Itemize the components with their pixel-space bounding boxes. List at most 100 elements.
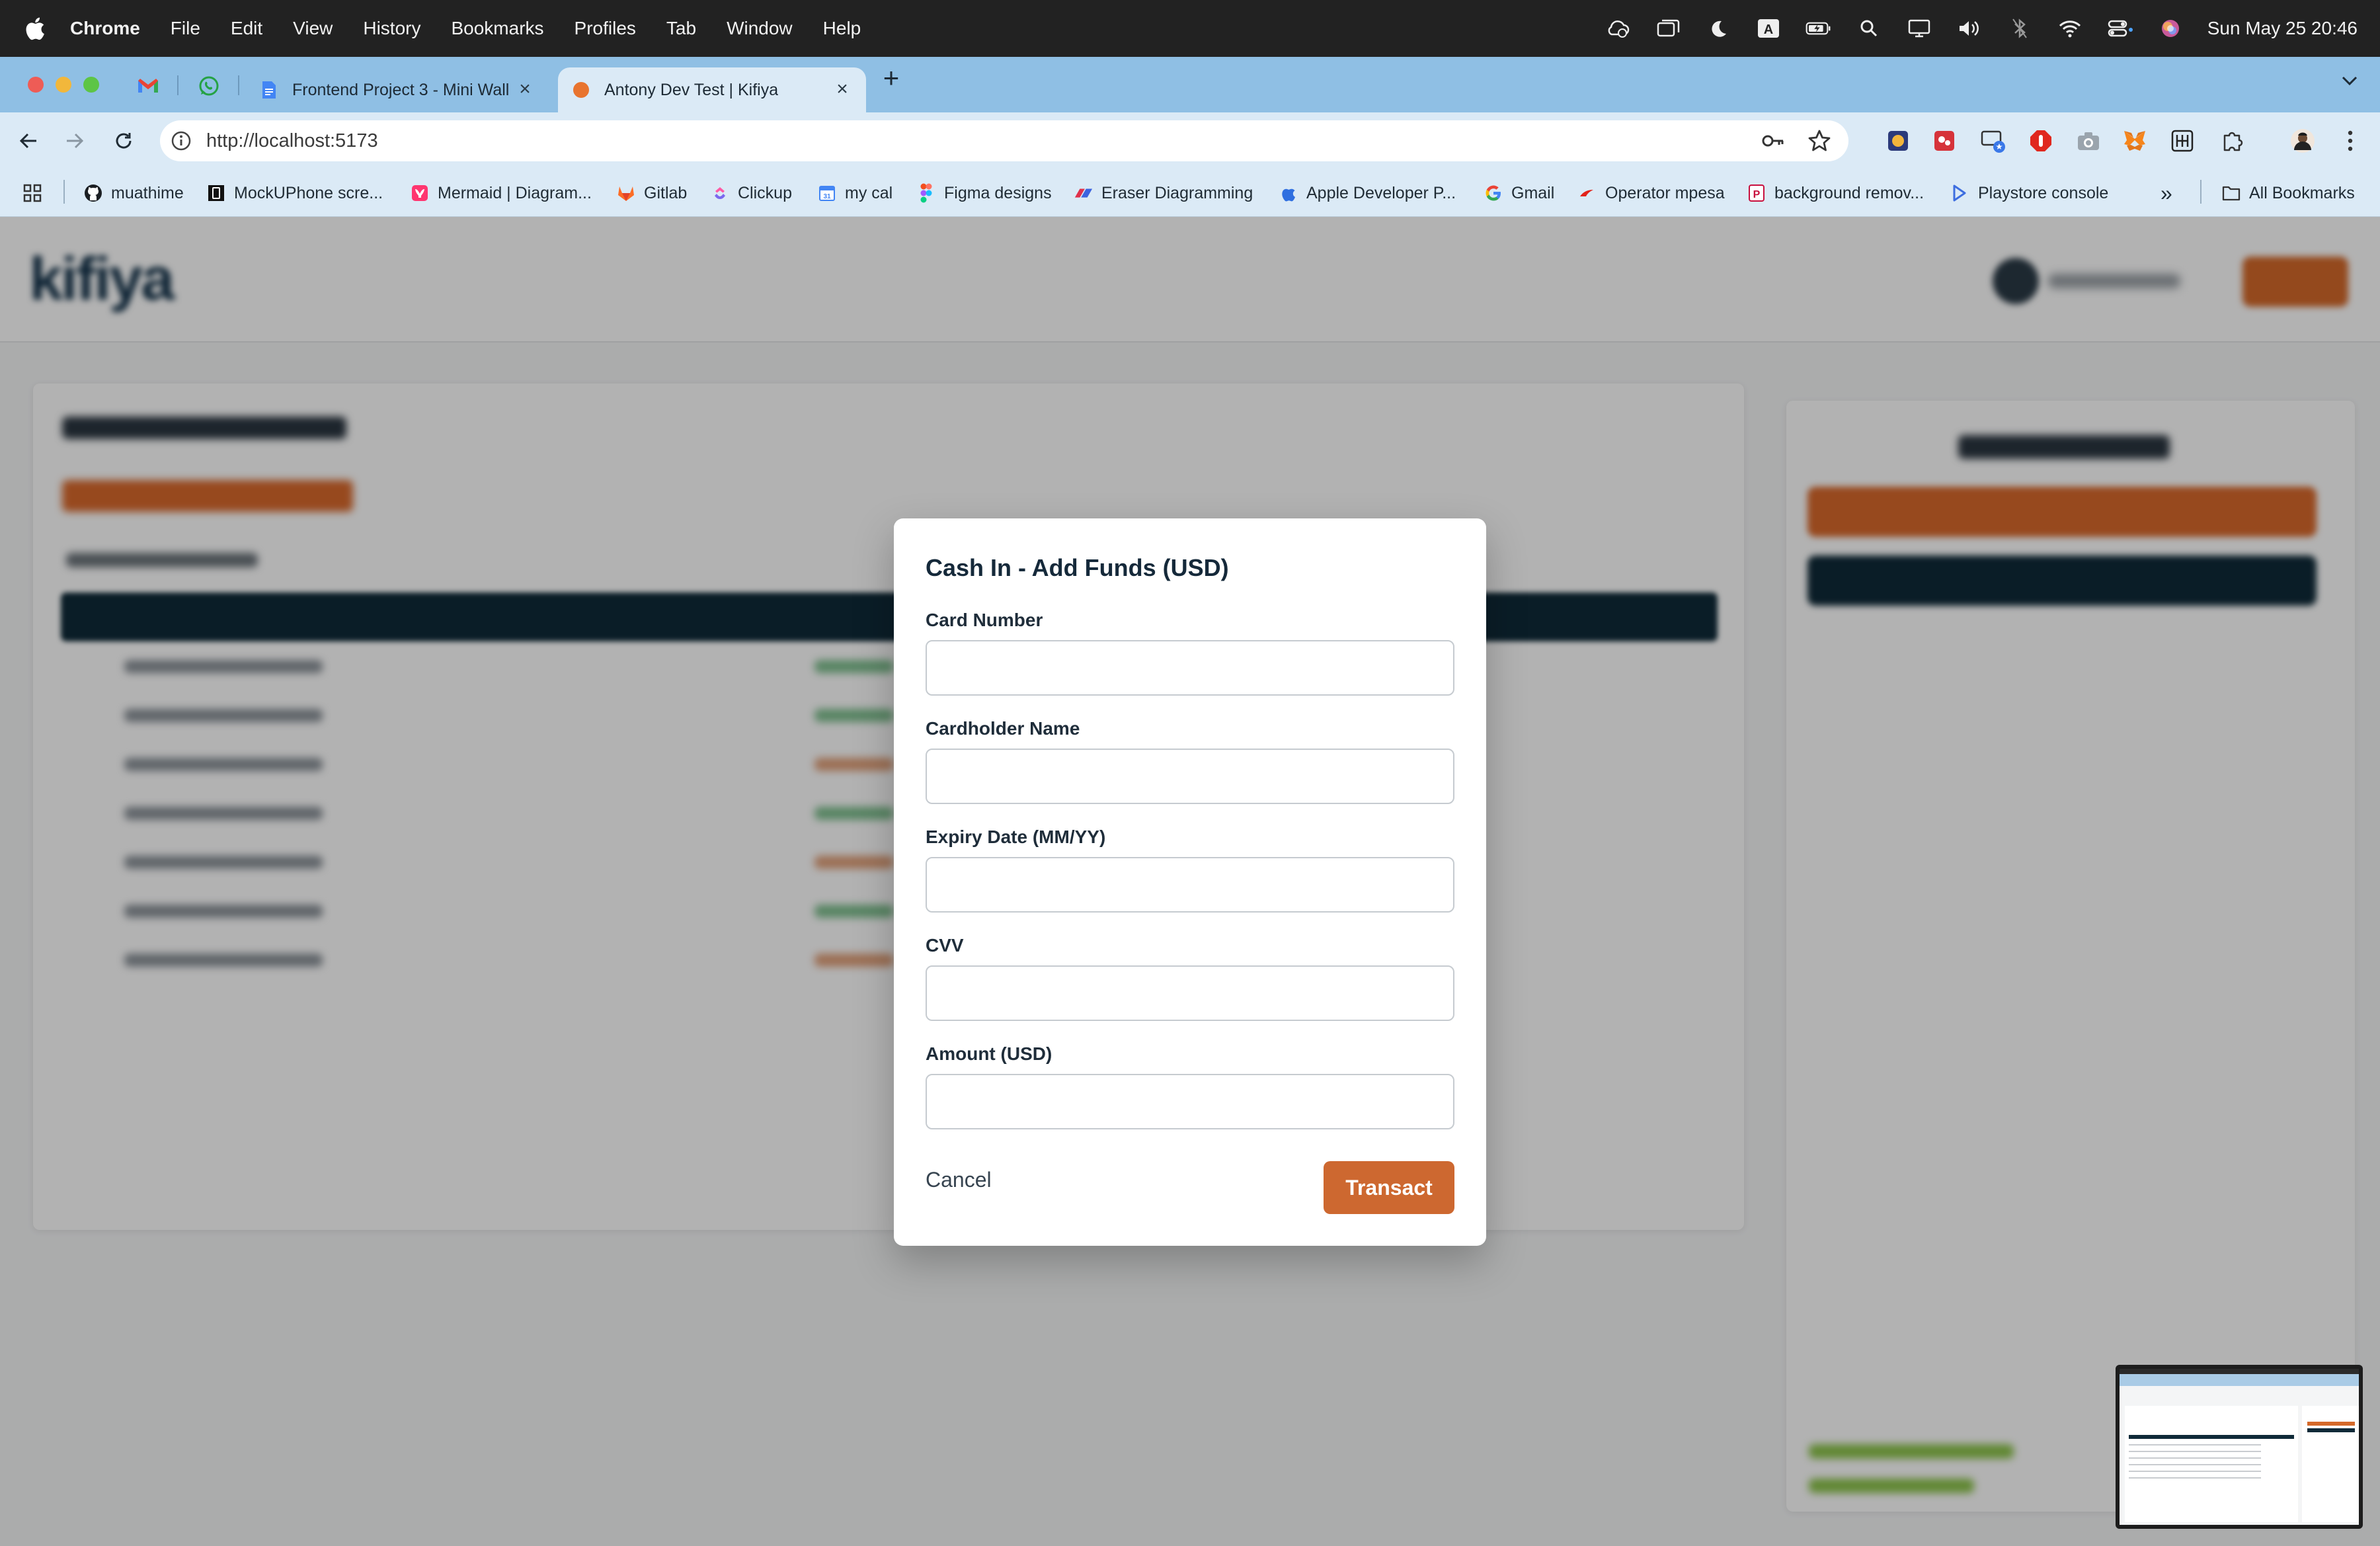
cash-in-modal: Cash In - Add Funds (USD) Card Number Ca… — [894, 518, 1486, 1246]
eraser-icon — [1074, 183, 1093, 203]
new-tab-button[interactable]: + — [878, 64, 904, 93]
menu-history[interactable]: History — [363, 18, 420, 39]
url-text[interactable]: http://localhost:5173 — [206, 130, 378, 152]
siri-icon[interactable] — [2157, 15, 2184, 42]
close-tab-icon[interactable]: × — [514, 79, 536, 101]
cvv-input[interactable] — [926, 965, 1454, 1021]
moon-icon[interactable] — [1705, 15, 1731, 42]
apple-icon — [1279, 183, 1298, 203]
control-center-icon[interactable] — [2107, 15, 2133, 42]
search-icon[interactable] — [1856, 15, 1882, 42]
browser-toolbar: http://localhost:5173 — [0, 112, 2380, 169]
bookmark-eraser[interactable]: Eraser Diagramming — [1074, 179, 1253, 208]
bookmark-figma[interactable]: Figma designs — [916, 179, 1052, 208]
bookmark-gitlab[interactable]: Gitlab — [616, 179, 687, 208]
back-arrow-icon[interactable] — [15, 127, 42, 155]
site-info-icon[interactable] — [168, 128, 194, 154]
removebg-icon: P — [1747, 183, 1766, 203]
zoom-window-icon[interactable] — [83, 77, 99, 93]
bookmark-clickup[interactable]: Clickup — [710, 179, 792, 208]
modal-title: Cash In - Add Funds (USD) — [926, 554, 1229, 581]
gmail-icon[interactable] — [134, 71, 163, 101]
bookmark-label: Clickup — [738, 183, 792, 202]
window-controls — [28, 77, 99, 93]
extension-red-icon[interactable] — [1930, 127, 1958, 155]
expiry-date-input[interactable] — [926, 857, 1454, 913]
tab-separator — [177, 75, 178, 95]
password-key-icon[interactable] — [1760, 128, 1786, 157]
screenshot-thumbnail[interactable] — [2116, 1365, 2363, 1529]
tab-title: Antony Dev Test | Kifiya — [604, 80, 779, 99]
kifiya-icon — [571, 80, 591, 100]
cvv-label: CVV — [926, 935, 964, 956]
extensions-puzzle-icon[interactable] — [2219, 127, 2246, 155]
extension-gallery-icon[interactable] — [1884, 127, 1912, 155]
menu-app-name[interactable]: Chrome — [70, 18, 140, 39]
bookmark-mockuphone[interactable]: MockUPhone scre... — [206, 179, 383, 208]
calendar-icon: 31 — [817, 183, 837, 203]
bookmark-label: Playstore console — [1978, 183, 2109, 202]
input-source-icon[interactable]: A — [1755, 15, 1782, 42]
extension-adblock-icon[interactable] — [2027, 127, 2055, 155]
reload-icon[interactable] — [110, 127, 138, 155]
amount-input[interactable] — [926, 1074, 1454, 1129]
bookmark-label: Apple Developer P... — [1306, 183, 1456, 202]
card-number-input[interactable] — [926, 640, 1454, 696]
metamask-icon[interactable] — [2121, 127, 2149, 155]
all-bookmarks-button[interactable]: All Bookmarks — [2221, 179, 2355, 208]
bookmarks-overflow-chevron[interactable]: » — [2161, 179, 2172, 208]
menu-file[interactable]: File — [171, 18, 200, 39]
cloud-icon[interactable] — [1605, 15, 1631, 42]
menu-view[interactable]: View — [293, 18, 333, 39]
bookmark-muathime[interactable]: muathime — [83, 179, 184, 208]
bookmark-operator-mpesa[interactable]: Operator mpesa — [1577, 179, 1725, 208]
forward-arrow-icon[interactable] — [61, 127, 89, 155]
close-tab-icon[interactable]: × — [832, 79, 853, 101]
svg-text:A: A — [1763, 22, 1772, 37]
battery-icon[interactable] — [1805, 15, 1832, 42]
transact-button[interactable]: Transact — [1324, 1161, 1454, 1214]
menu-bookmarks[interactable]: Bookmarks — [451, 18, 543, 39]
bookmark-background-remover[interactable]: P background remov... — [1747, 179, 1924, 208]
menu-profiles[interactable]: Profiles — [575, 18, 636, 39]
menu-help[interactable]: Help — [823, 18, 861, 39]
bookmark-label: Figma designs — [944, 183, 1052, 202]
tab-search-chevron-icon[interactable] — [2336, 67, 2363, 94]
bookmark-gmail[interactable]: Gmail — [1484, 179, 1554, 208]
whatsapp-icon[interactable] — [194, 71, 223, 101]
wifi-icon[interactable] — [2057, 15, 2083, 42]
cancel-button[interactable]: Cancel — [926, 1168, 992, 1192]
minimize-window-icon[interactable] — [56, 77, 71, 93]
display-icon[interactable] — [1906, 15, 1932, 42]
bluetooth-icon[interactable] — [2006, 15, 2033, 42]
bookmark-apple-developer[interactable]: Apple Developer P... — [1279, 179, 1456, 208]
menu-tab[interactable]: Tab — [666, 18, 696, 39]
cast-screen-icon[interactable] — [1979, 127, 2007, 155]
bookmarks-bar: muathime MockUPhone scre... Mermaid | Di… — [0, 169, 2380, 217]
close-window-icon[interactable] — [28, 77, 44, 93]
extension-grid-icon[interactable] — [2168, 127, 2196, 155]
tab-kifiya[interactable]: Antony Dev Test | Kifiya × — [558, 67, 866, 112]
address-bar[interactable]: http://localhost:5173 — [160, 120, 1848, 161]
bookmark-playstore-console[interactable]: Playstore console — [1950, 179, 2108, 208]
apps-grid-icon[interactable] — [22, 179, 42, 208]
expiry-date-label: Expiry Date (MM/YY) — [926, 827, 1106, 847]
menu-window[interactable]: Window — [727, 18, 793, 39]
mockuphone-icon — [206, 183, 226, 203]
bookmark-star-icon[interactable] — [1806, 128, 1833, 157]
bookmark-mermaid[interactable]: Mermaid | Diagram... — [410, 179, 592, 208]
camera-icon[interactable] — [2075, 127, 2102, 155]
menubar-clock[interactable]: Sun May 25 20:46 — [2207, 18, 2358, 39]
menu-edit[interactable]: Edit — [231, 18, 262, 39]
bookmark-separator — [2200, 180, 2202, 204]
svg-text:P: P — [1753, 189, 1761, 200]
chrome-menu-icon[interactable] — [2336, 127, 2364, 155]
cardholder-name-input[interactable] — [926, 749, 1454, 804]
apple-logo-icon[interactable] — [25, 15, 48, 42]
window-icon[interactable] — [1655, 15, 1681, 42]
tab-frontend-project[interactable]: Frontend Project 3 - Mini Wall × — [246, 67, 549, 112]
bookmark-my-cal[interactable]: 31 my cal — [817, 179, 892, 208]
volume-icon[interactable] — [1956, 15, 1983, 42]
profile-avatar-icon[interactable] — [2289, 127, 2317, 155]
bookmark-label: Mermaid | Diagram... — [438, 183, 592, 202]
